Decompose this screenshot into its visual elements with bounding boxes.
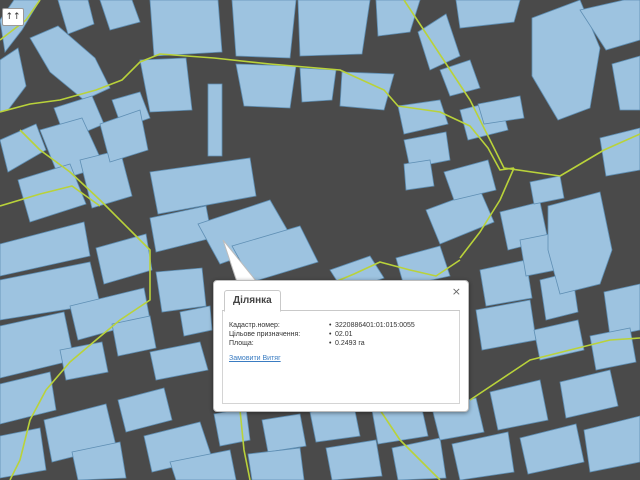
parcel[interactable] <box>207 83 223 157</box>
parcel[interactable] <box>589 327 637 371</box>
area-label: Площа: <box>229 340 254 347</box>
parcel[interactable] <box>297 0 371 57</box>
cadastral-number-label: Кадастр.номер: <box>229 322 280 329</box>
popup-content: Кадастр.номер: • 3220886401:01:015:0055 … <box>222 311 460 404</box>
area-value: 0.2493 га <box>335 340 365 347</box>
navigate-icon: ↑↑ <box>5 12 21 22</box>
order-extract-link[interactable]: Замовити Витяг <box>229 355 281 362</box>
parcel[interactable] <box>403 159 435 191</box>
tab-parcel[interactable]: Ділянка <box>224 290 281 312</box>
parcel[interactable] <box>213 407 251 447</box>
parcel[interactable] <box>299 67 337 103</box>
parcel-info-popup: × Ділянка Кадастр.номер: • 3220886401:01… <box>213 280 469 412</box>
parcel[interactable] <box>0 427 47 479</box>
parcel[interactable] <box>235 63 297 109</box>
parcel[interactable] <box>149 0 223 57</box>
bullet: • <box>329 331 332 338</box>
navigate-button[interactable]: ↑↑ <box>2 8 24 26</box>
parcel[interactable] <box>261 413 307 453</box>
cadastral-number-value: 3220886401:01:015:0055 <box>335 322 415 329</box>
popup-pointer <box>222 240 258 282</box>
purpose-label: Цільове призначення: <box>229 331 301 338</box>
parcel[interactable] <box>603 283 640 337</box>
popup-tab-bar: Ділянка <box>222 290 460 312</box>
bullet: • <box>329 322 332 329</box>
purpose-value: 02.01 <box>335 331 353 338</box>
parcel[interactable] <box>231 0 297 59</box>
parcel[interactable] <box>247 447 305 480</box>
parcel[interactable] <box>155 267 207 313</box>
bullet: • <box>329 340 332 347</box>
